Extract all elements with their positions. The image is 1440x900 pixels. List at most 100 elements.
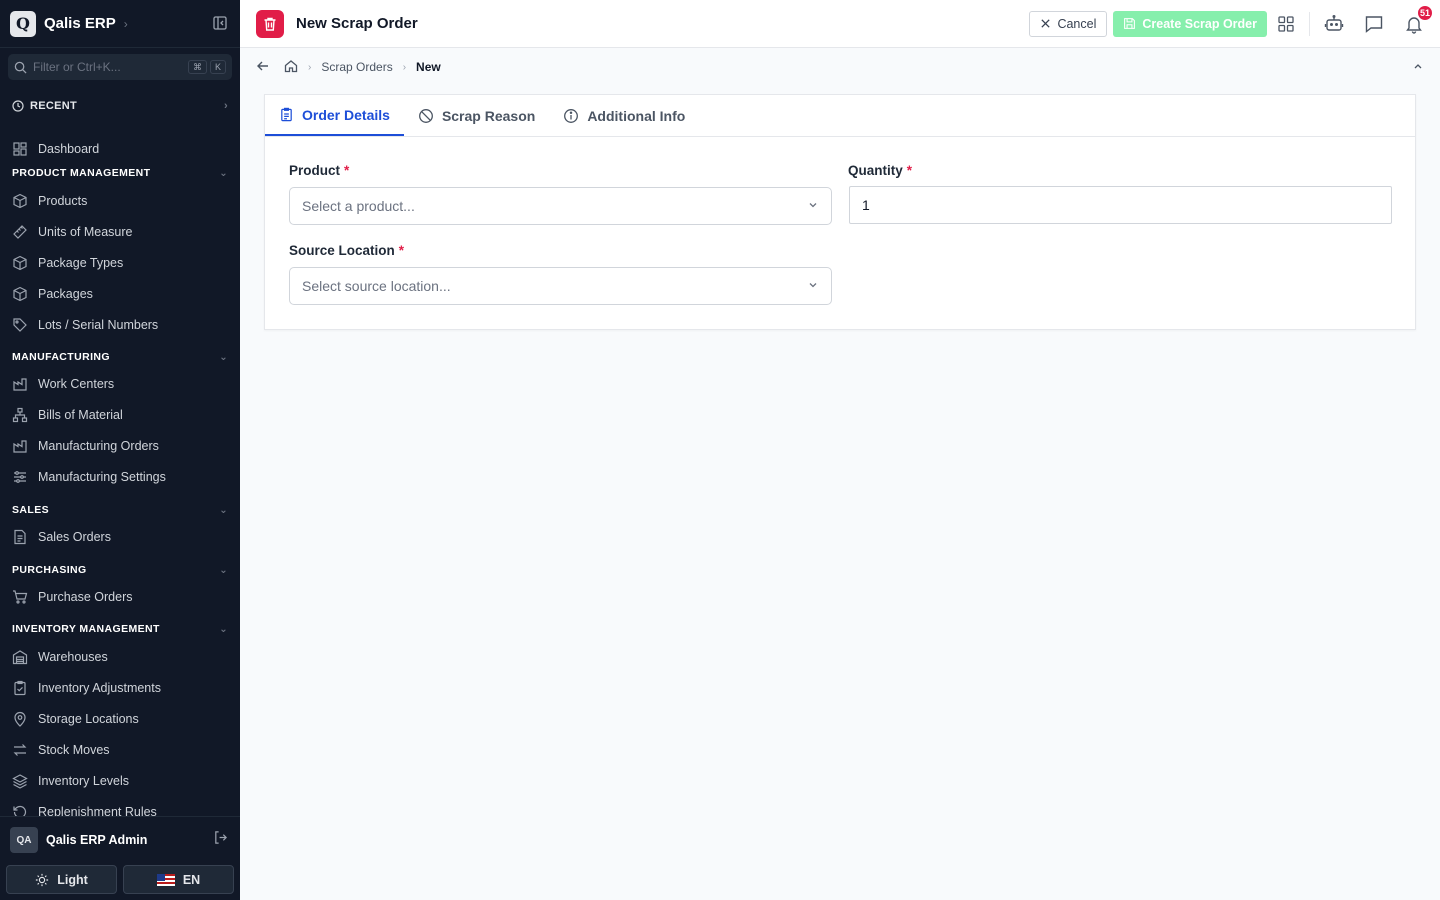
map-pin-icon (14, 711, 26, 727)
chat-icon[interactable] (1364, 14, 1384, 34)
tab-label: Additional Info (587, 107, 686, 124)
required-marker: * (398, 243, 405, 258)
sidebar-item-label: Storage Locations (38, 712, 139, 726)
sidebar-item-stock-moves[interactable]: Stock Moves (12, 739, 228, 761)
language-button[interactable]: EN (123, 865, 234, 894)
sidebar-item-label: Inventory Levels (38, 774, 130, 788)
section-manufacturing[interactable]: MANUFACTURING ⌄ (12, 349, 228, 365)
sidebar-filter[interactable]: ⌘ K (8, 54, 232, 80)
search-icon (14, 61, 27, 74)
sidebar-footer: QA Qalis ERP Admin Light EN (0, 816, 240, 900)
avatar[interactable]: QA (10, 827, 38, 853)
clipboard-check-icon (14, 680, 26, 696)
sidebar-item-lots-serial-numbers[interactable]: Lots / Serial Numbers (12, 314, 228, 336)
tab-scrap-reason[interactable]: Scrap Reason (404, 95, 549, 136)
tab-label: Scrap Reason (441, 107, 536, 124)
sidebar-item-bills-of-material[interactable]: Bills of Material (12, 404, 228, 426)
recent-toggle[interactable]: RECENT › (12, 96, 228, 116)
theme-label: Light (57, 872, 88, 887)
factory-icon (13, 440, 27, 453)
sidebar-item-label: Work Centers (38, 377, 115, 391)
sidebar-item-sales-orders[interactable]: Sales Orders (12, 526, 228, 548)
back-arrow-icon[interactable] (256, 59, 270, 76)
app-logo[interactable]: Q (10, 10, 36, 37)
sidebar-item-label: Units of Measure (38, 225, 133, 239)
section-label: PURCHASING (12, 564, 87, 576)
robot-icon[interactable] (1324, 14, 1344, 34)
section-label: INVENTORY MANAGEMENT (12, 623, 160, 635)
box-icon (13, 286, 27, 302)
toolbar-divider (1309, 11, 1310, 36)
sidebar-item-work-centers[interactable]: Work Centers (12, 373, 228, 395)
chevron-right-icon[interactable]: › (124, 17, 128, 31)
filter-input[interactable] (33, 60, 173, 74)
app-name[interactable]: Qalis ERP (44, 15, 116, 32)
box-icon (13, 193, 27, 209)
section-product-management[interactable]: PRODUCT MANAGEMENT ⌄ (12, 165, 228, 181)
product-placeholder: Select a product... (302, 198, 415, 214)
user-name[interactable]: Qalis ERP Admin (46, 833, 147, 847)
quantity-input[interactable] (849, 186, 1392, 224)
chevron-down-icon (807, 278, 819, 294)
required-marker: * (906, 163, 913, 178)
section-sales[interactable]: SALES ⌄ (12, 502, 228, 518)
chevron-up-icon[interactable] (1412, 60, 1424, 75)
breadcrumb-scrap-orders[interactable]: Scrap Orders (321, 60, 392, 74)
notifications-button[interactable]: 51 (1404, 3, 1434, 34)
grid-icon[interactable] (1277, 15, 1295, 33)
user-profile[interactable]: QA Qalis ERP Admin (10, 827, 228, 853)
home-icon[interactable] (284, 59, 298, 76)
sidebar-item-purchase-orders[interactable]: Purchase Orders (12, 586, 228, 608)
sidebar-item-packages[interactable]: Packages (12, 283, 228, 305)
breadcrumb-current: New (416, 60, 441, 74)
chevron-down-icon: ⌄ (219, 564, 228, 576)
arrows-left-right-icon (13, 744, 27, 756)
sidebar-item-products[interactable]: Products (12, 190, 228, 212)
warehouse-icon (12, 650, 28, 665)
required-marker: * (344, 163, 350, 178)
product-select[interactable]: Select a product... (289, 187, 832, 225)
sidebar-item-manufacturing-settings[interactable]: Manufacturing Settings (12, 466, 228, 488)
sidebar-item-warehouses[interactable]: Warehouses (12, 646, 228, 668)
page-title: New Scrap Order (296, 15, 418, 32)
sliders-icon (14, 471, 26, 483)
us-flag-icon (156, 873, 175, 886)
sidebar-item-dashboard[interactable]: Dashboard (12, 138, 228, 160)
source-location-select[interactable]: Select source location... (289, 267, 832, 305)
tab-additional-info[interactable]: Additional Info (549, 95, 699, 136)
breadcrumb: › Scrap Orders › New (240, 49, 1440, 85)
section-purchasing[interactable]: PURCHASING ⌄ (12, 562, 228, 578)
sidebar-item-inventory-levels[interactable]: Inventory Levels (12, 770, 228, 792)
section-label: PRODUCT MANAGEMENT (12, 167, 151, 179)
sidebar-item-units-of-measure[interactable]: Units of Measure (12, 221, 228, 243)
hierarchy-icon (12, 407, 28, 423)
clock-icon (12, 100, 24, 112)
sidebar-item-label: Purchase Orders (38, 590, 133, 604)
tab-order-details[interactable]: Order Details (265, 95, 404, 136)
dashboard-icon (13, 142, 27, 156)
cancel-button[interactable]: Cancel (1029, 10, 1108, 37)
logout-icon[interactable] (213, 830, 228, 850)
create-scrap-order-button[interactable]: Create Scrap Order (1113, 10, 1267, 37)
sidebar-item-storage-locations[interactable]: Storage Locations (12, 708, 228, 730)
document-icon (14, 529, 26, 545)
trash-icon (256, 9, 284, 38)
sidebar-item-inventory-adjustments[interactable]: Inventory Adjustments (12, 677, 228, 699)
layers-icon (12, 774, 28, 789)
product-label: Product * (289, 163, 349, 178)
cart-icon (13, 590, 28, 604)
sidebar-item-package-types[interactable]: Package Types (12, 252, 228, 274)
sidebar-item-manufacturing-orders[interactable]: Manufacturing Orders (12, 435, 228, 457)
sidebar-collapse-icon[interactable] (212, 15, 230, 33)
topbar: New Scrap Order Cancel Create Scrap Orde… (240, 0, 1440, 48)
chevron-right-icon: › (224, 100, 228, 112)
sidebar-item-label: Inventory Adjustments (38, 681, 161, 695)
sun-icon (36, 873, 49, 886)
section-inventory-management[interactable]: INVENTORY MANAGEMENT ⌄ (12, 621, 228, 637)
product-label-text: Product (289, 163, 341, 178)
sidebar-item-label: Packages (38, 287, 93, 301)
quantity-label: Quantity * (848, 163, 912, 178)
brand-header: Q Qalis ERP › (0, 0, 240, 48)
theme-toggle-button[interactable]: Light (6, 865, 117, 894)
sidebar: Q Qalis ERP › ⌘ K RECENT › Dashboard PRO… (0, 0, 240, 900)
